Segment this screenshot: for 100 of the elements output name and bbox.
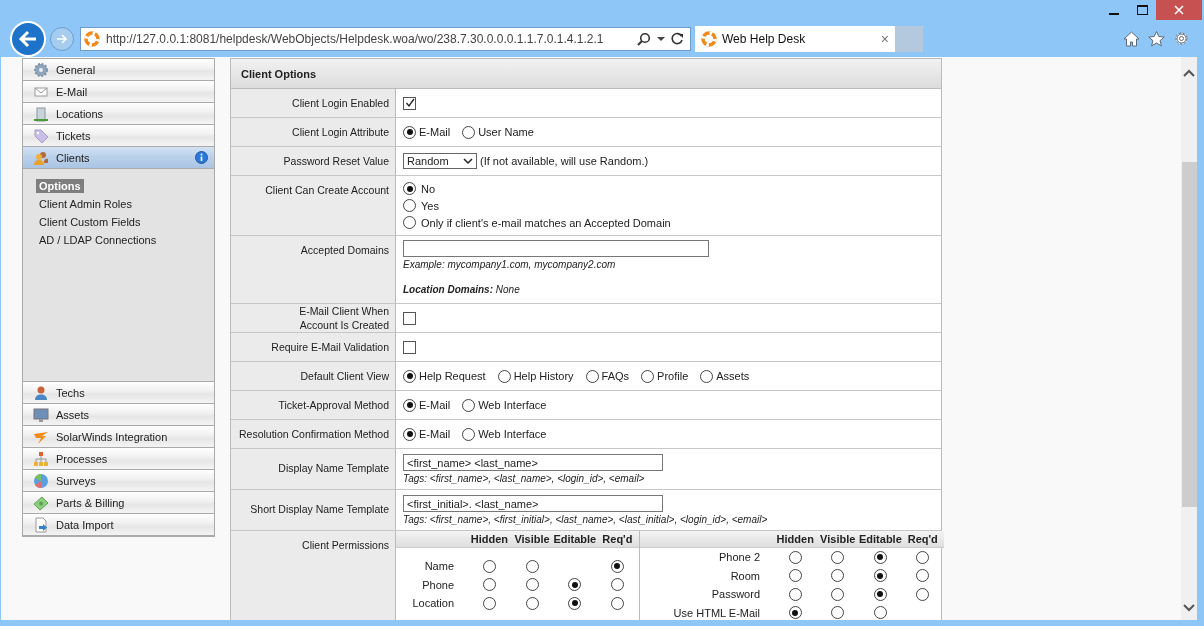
- radio-button[interactable]: [916, 569, 930, 583]
- radio-label: Profile: [657, 370, 689, 382]
- radio-button[interactable]: [610, 559, 624, 573]
- sidebar-item[interactable]: Parts & Billing: [23, 492, 214, 514]
- radio-button[interactable]: [462, 427, 476, 441]
- radio-button[interactable]: [568, 596, 582, 610]
- submenu-item[interactable]: AD / LDAP Connections: [36, 233, 160, 247]
- radio-label: E-Mail: [419, 126, 451, 138]
- radio-label: No: [421, 183, 436, 195]
- home-icon[interactable]: [1123, 30, 1140, 47]
- scroll-down-icon[interactable]: [1183, 604, 1195, 612]
- column-header: Editable: [859, 533, 902, 545]
- scroll-up-icon[interactable]: [1183, 69, 1195, 77]
- radio-button[interactable]: [873, 587, 887, 601]
- caret-icon[interactable]: [657, 35, 665, 42]
- field-label: Client Login Enabled: [292, 96, 389, 110]
- input-field[interactable]: <first_name> <last_name>: [403, 454, 663, 471]
- sidebar-item[interactable]: General: [23, 59, 214, 81]
- sidebar-item[interactable]: Processes: [23, 448, 214, 470]
- radio-button[interactable]: [610, 578, 624, 592]
- radio-button[interactable]: [482, 596, 496, 610]
- pie-icon: [33, 472, 49, 489]
- checkbox[interactable]: [403, 311, 416, 325]
- radio-button[interactable]: [403, 125, 416, 139]
- input-field[interactable]: <first_initial>. <last_name>: [403, 495, 663, 512]
- checkbox[interactable]: [403, 96, 416, 110]
- column-header: Editable: [553, 533, 597, 545]
- sidebar-item[interactable]: Data Import: [23, 514, 214, 536]
- radio-button[interactable]: [568, 578, 582, 592]
- radio-button[interactable]: [525, 559, 539, 573]
- info-icon[interactable]: [195, 151, 208, 164]
- radio-button[interactable]: [462, 398, 476, 412]
- dropdown[interactable]: Random: [403, 153, 477, 169]
- radio-button[interactable]: [788, 550, 802, 564]
- radio-button[interactable]: [585, 369, 599, 383]
- back-button[interactable]: [10, 20, 46, 57]
- sidebar-item[interactable]: SolarWinds Integration: [23, 426, 214, 448]
- radio-button[interactable]: [831, 606, 845, 620]
- radio-button[interactable]: [497, 369, 511, 383]
- sidebar-item[interactable]: Tickets: [23, 125, 214, 147]
- radio-button[interactable]: [831, 550, 845, 564]
- radio-button[interactable]: [788, 606, 802, 620]
- scrollbar[interactable]: [1181, 57, 1197, 620]
- radio-button[interactable]: [610, 596, 624, 610]
- radio-button[interactable]: [916, 550, 930, 564]
- radio-button[interactable]: [831, 569, 845, 583]
- submenu-item[interactable]: Client Custom Fields: [36, 215, 144, 229]
- permission-label: Password: [710, 588, 761, 601]
- sidebar-item[interactable]: Locations: [23, 103, 214, 125]
- search-icon[interactable]: [637, 31, 651, 46]
- monitor-icon: [33, 406, 49, 423]
- radio-button[interactable]: [403, 199, 416, 212]
- field-label: Resolution Confirmation Method: [239, 427, 389, 441]
- radio-button[interactable]: [403, 216, 416, 229]
- field-label: E-Mail Client When Account Is Created: [299, 304, 389, 332]
- scrollbar-thumb[interactable]: [1181, 162, 1197, 507]
- input-field[interactable]: [403, 240, 709, 257]
- radio-label: Assets: [716, 370, 750, 382]
- radio-button[interactable]: [525, 596, 539, 610]
- field-label: Password Reset Value: [283, 154, 389, 168]
- radio-button[interactable]: [700, 369, 714, 383]
- radio-button[interactable]: [403, 427, 416, 441]
- caret-icon: [463, 157, 473, 165]
- sidebar-item[interactable]: Assets: [23, 404, 214, 426]
- forward-arrow-icon: [56, 33, 68, 44]
- sidebar-item[interactable]: Surveys: [23, 470, 214, 492]
- radio-button[interactable]: [403, 398, 416, 412]
- column-header: Visible: [819, 533, 857, 545]
- radio-button[interactable]: [482, 578, 496, 592]
- radio-label: Only if client's e-mail matches an Accepted Domain: [421, 217, 671, 229]
- radio-button[interactable]: [403, 182, 416, 195]
- sidebar-item[interactable]: E-Mail: [23, 81, 214, 103]
- browser-tab[interactable]: Web Help Desk ×: [695, 25, 895, 52]
- tab-close-button[interactable]: ×: [880, 30, 889, 47]
- permission-label: Phone 2: [718, 551, 761, 564]
- radio-button[interactable]: [462, 125, 476, 139]
- sidebar-item[interactable]: Clients: [23, 147, 214, 169]
- minimize-icon: [1109, 12, 1119, 15]
- refresh-icon[interactable]: [671, 32, 684, 45]
- radio-button[interactable]: [831, 587, 845, 601]
- radio-button[interactable]: [525, 578, 539, 592]
- radio-button[interactable]: [641, 369, 655, 383]
- star-icon[interactable]: [1148, 30, 1165, 47]
- permission-label: Location: [411, 597, 455, 610]
- submenu-item[interactable]: Options: [36, 179, 84, 193]
- radio-button[interactable]: [873, 606, 887, 620]
- permission-label: Use HTML E-Mail: [672, 606, 761, 619]
- radio-button[interactable]: [403, 369, 416, 383]
- radio-button[interactable]: [916, 587, 930, 601]
- sidebar-item[interactable]: Techs: [23, 382, 214, 404]
- address-bar[interactable]: http://127.0.0.1:8081/helpdesk/WebObjects/Helpdesk.woa/wo/238.7.30.0.0.0.1.1.7.0.1.4.1.2.1: [80, 26, 691, 51]
- settings-icon[interactable]: [1173, 30, 1190, 47]
- radio-button[interactable]: [482, 559, 496, 573]
- radio-button[interactable]: [873, 569, 887, 583]
- submenu-item[interactable]: Client Admin Roles: [36, 197, 135, 211]
- radio-button[interactable]: [788, 569, 802, 583]
- radio-button[interactable]: [788, 587, 802, 601]
- radio-button[interactable]: [873, 550, 887, 564]
- field-label: Require E-Mail Validation: [271, 340, 389, 354]
- checkbox[interactable]: [403, 340, 416, 354]
